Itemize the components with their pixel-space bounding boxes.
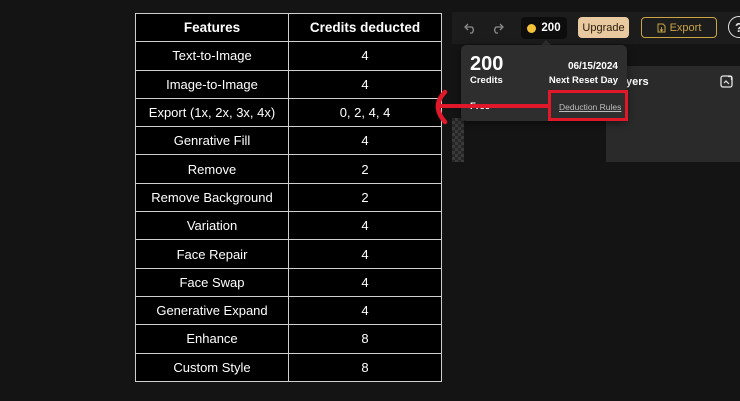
upgrade-button[interactable]: Upgrade xyxy=(578,17,629,38)
feature-cell: Genrative Fill xyxy=(135,126,289,156)
table-row: Remove 2 xyxy=(135,154,442,184)
export-icon xyxy=(657,23,666,32)
credits-cell: 0, 2, 4, 4 xyxy=(288,97,442,128)
layers-add-icon[interactable] xyxy=(720,75,733,88)
feature-cell: Export (1x, 2x, 3x, 4x) xyxy=(135,97,289,128)
popup-reset-date: 06/15/2024 xyxy=(567,61,618,72)
table-row: Enhance 8 xyxy=(135,324,442,354)
popup-reset-label: Next Reset Day xyxy=(548,75,618,86)
table-row: Face Repair 4 xyxy=(135,239,442,269)
credits-deduction-table: Features Credits deducted Text-to-Image 4… xyxy=(135,12,442,382)
feature-cell: Variation xyxy=(135,211,289,241)
feature-cell: Generative Expand xyxy=(135,295,289,326)
credits-cell: 8 xyxy=(288,352,442,382)
credits-cell: 2 xyxy=(288,182,442,213)
credits-cell: 8 xyxy=(288,324,442,354)
credits-cell: 4 xyxy=(288,41,442,71)
feature-cell: Enhance xyxy=(135,324,289,354)
feature-cell: Custom Style xyxy=(135,352,289,382)
credits-cell: 4 xyxy=(288,295,442,326)
table-row: Export (1x, 2x, 3x, 4x) 0, 2, 4, 4 xyxy=(135,97,442,128)
header-credits-deducted: Credits deducted xyxy=(288,12,442,43)
credits-balance-button[interactable]: 200 xyxy=(521,17,567,39)
feature-cell: Text-to-Image xyxy=(135,41,289,71)
feature-cell: Face Swap xyxy=(135,267,289,297)
coin-icon xyxy=(527,23,537,33)
credits-cell: 4 xyxy=(288,211,442,241)
credits-cell: 4 xyxy=(288,69,442,99)
layers-panel-title: yers xyxy=(626,76,649,88)
credits-cell: 4 xyxy=(288,239,442,269)
table-row: Variation 4 xyxy=(135,211,442,241)
popup-credits-count: 200 xyxy=(470,53,504,75)
highlight-box xyxy=(548,90,628,121)
table-row: Face Swap 4 xyxy=(135,267,442,297)
feature-cell: Face Repair xyxy=(135,239,289,269)
table-row: Text-to-Image 4 xyxy=(135,41,442,71)
undo-icon[interactable] xyxy=(462,20,478,36)
credits-balance-value: 200 xyxy=(541,22,561,34)
feature-cell: Remove xyxy=(135,154,289,184)
annotation-arrow xyxy=(435,89,551,125)
export-button[interactable]: Export xyxy=(641,17,717,38)
credits-cell: 2 xyxy=(288,154,442,184)
credits-cell: 4 xyxy=(288,267,442,297)
table-row: Genrative Fill 4 xyxy=(135,126,442,156)
table-row: Generative Expand 4 xyxy=(135,295,442,326)
header-features: Features xyxy=(135,12,289,43)
credits-cell: 4 xyxy=(288,126,442,156)
table-row: Image-to-Image 4 xyxy=(135,69,442,99)
table-header-row: Features Credits deducted xyxy=(135,12,442,43)
redo-icon[interactable] xyxy=(489,20,505,36)
export-label: Export xyxy=(669,21,702,34)
feature-cell: Image-to-Image xyxy=(135,69,289,99)
table-row: Custom Style 8 xyxy=(135,352,442,382)
popup-credits-label: Credits xyxy=(470,75,503,86)
table-row: Remove Background 2 xyxy=(135,182,442,213)
feature-cell: Remove Background xyxy=(135,182,289,213)
